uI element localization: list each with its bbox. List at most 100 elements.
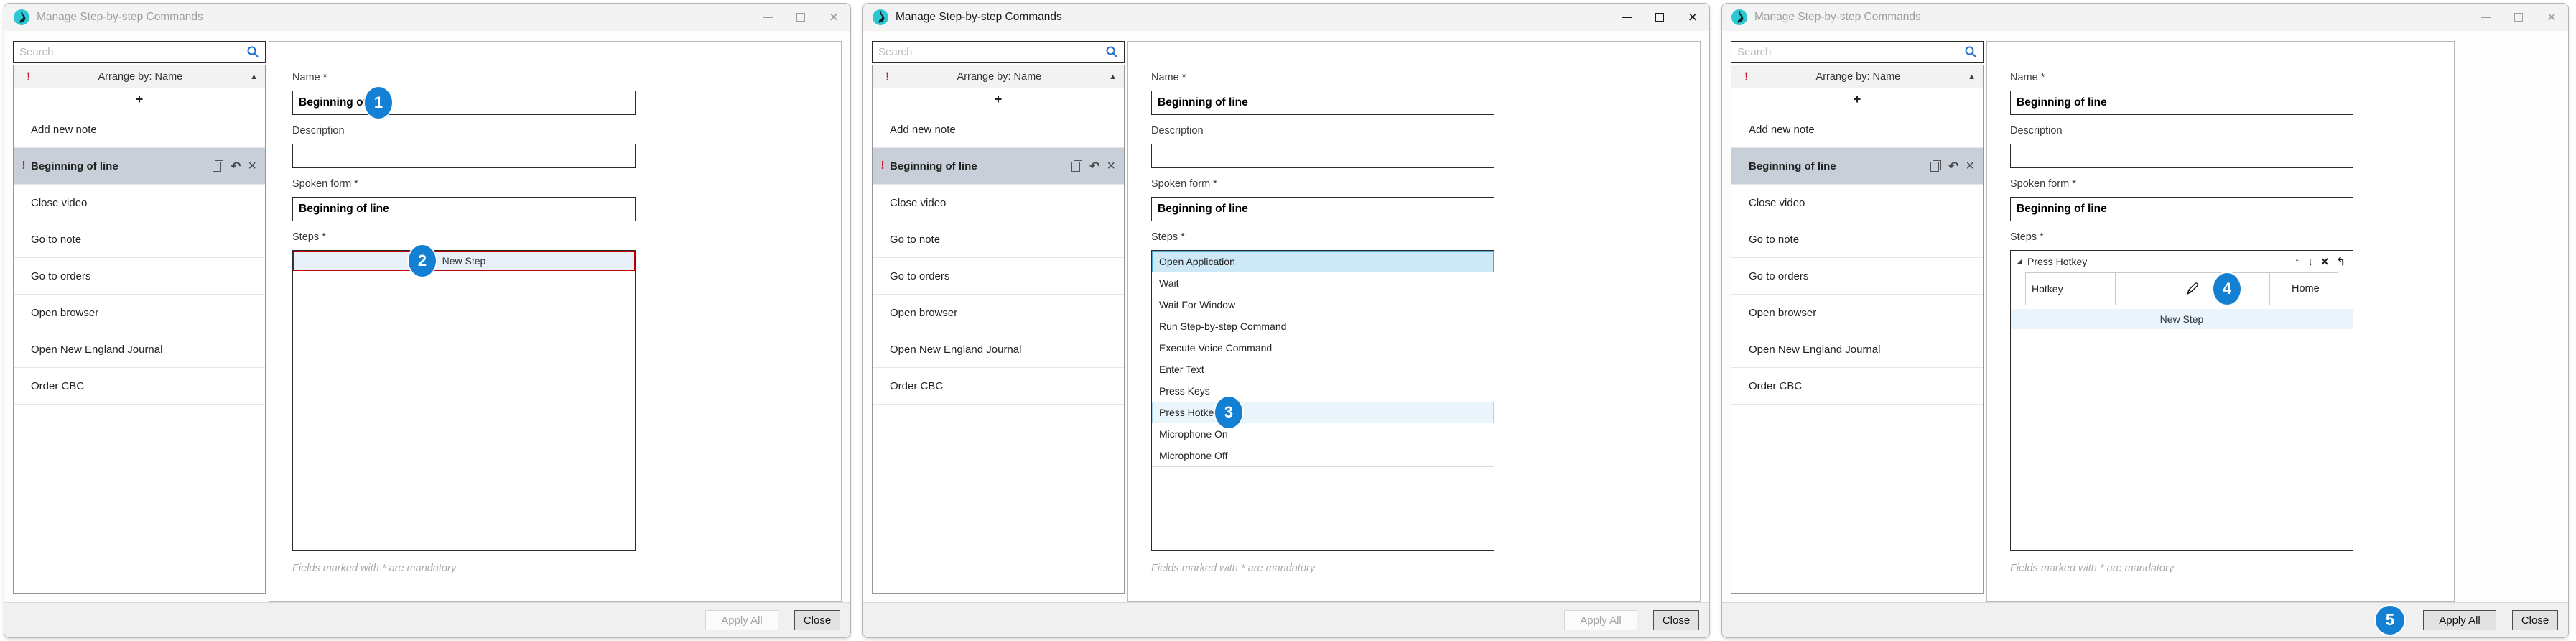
command-list-item[interactable]: Order CBC ↶ ×: [14, 368, 265, 405]
command-list-item[interactable]: Close video ↶ ×: [873, 185, 1124, 221]
command-list-item[interactable]: Go to note ↶ ×: [1731, 221, 1983, 258]
spoken-form-field[interactable]: Beginning of line: [292, 197, 636, 221]
command-list-item[interactable]: Open browser ↶ ×: [873, 295, 1124, 331]
close-button[interactable]: Close: [794, 610, 840, 630]
new-step-row[interactable]: New Step 2: [293, 251, 635, 271]
command-label: Beginning of line: [31, 160, 118, 172]
step-type-option[interactable]: Wait: [1152, 272, 1494, 294]
spoken-form-field[interactable]: Beginning of line: [1151, 197, 1494, 221]
command-list-item[interactable]: Add new note ↶ ×: [873, 111, 1124, 148]
minimize-button[interactable]: [2469, 4, 2502, 31]
search-box[interactable]: [872, 41, 1125, 63]
spoken-form-field[interactable]: Beginning of line: [2010, 197, 2353, 221]
maximize-button[interactable]: [784, 4, 817, 31]
command-list-item[interactable]: Go to orders ↶ ×: [873, 258, 1124, 295]
search-input[interactable]: [878, 46, 1105, 58]
window-title: Manage Step-by-step Commands: [896, 11, 1610, 24]
sort-ascending-icon: ▲: [250, 73, 258, 81]
copy-icon[interactable]: [1930, 160, 1941, 172]
command-list-item[interactable]: Open New England Journal ↶ ×: [14, 331, 265, 368]
titlebar[interactable]: Manage Step-by-step Commands ×: [4, 4, 850, 31]
step-type-option[interactable]: Microphone Off: [1152, 445, 1494, 466]
minimize-button[interactable]: [751, 4, 784, 31]
step-type-option[interactable]: Execute Voice Command: [1152, 337, 1494, 359]
expander-icon[interactable]: [2017, 259, 2022, 264]
command-list-item[interactable]: Beginning of line ↶ ×: [1731, 148, 1983, 185]
move-up-icon[interactable]: ↑: [2294, 257, 2300, 267]
command-list-item[interactable]: Add new note ↶ ×: [14, 111, 265, 148]
move-down-icon[interactable]: ↓: [2307, 257, 2313, 267]
command-list-item[interactable]: Order CBC ↶ ×: [1731, 368, 1983, 405]
delete-icon[interactable]: ×: [1966, 159, 1974, 173]
step-type-option[interactable]: Enter Text: [1152, 359, 1494, 380]
name-field[interactable]: Beginning of line 1: [292, 91, 636, 115]
titlebar[interactable]: Manage Step-by-step Commands ×: [863, 4, 1709, 31]
minimize-icon: [763, 17, 773, 18]
apply-all-button[interactable]: Apply All: [705, 610, 778, 630]
spoken-form-label: Spoken form *: [2010, 178, 2454, 190]
search-input[interactable]: [1737, 46, 1964, 58]
command-list-item[interactable]: Go to orders ↶ ×: [1731, 258, 1983, 295]
undo-icon[interactable]: ↶: [231, 160, 241, 172]
step-group-header[interactable]: Press Hotkey ↑ ↓ × ↰: [2011, 251, 2353, 272]
command-list-item[interactable]: Go to note ↶ ×: [14, 221, 265, 258]
command-list-item[interactable]: Close video ↶ ×: [1731, 185, 1983, 221]
command-list-item[interactable]: Open New England Journal ↶ ×: [873, 331, 1124, 368]
pencil-icon[interactable]: [2185, 281, 2200, 297]
search-box[interactable]: [13, 41, 266, 63]
undo-icon[interactable]: ↶: [1089, 160, 1099, 172]
arrange-by-header[interactable]: ! Arrange by: Name ▲: [873, 65, 1124, 88]
command-list-item[interactable]: ! Beginning of line ↶ ×: [873, 148, 1124, 185]
maximize-button[interactable]: [2502, 4, 2535, 31]
name-field[interactable]: Beginning of line: [1151, 91, 1494, 115]
delete-icon[interactable]: ×: [248, 159, 256, 173]
add-command-button[interactable]: +: [1731, 88, 1983, 111]
command-list-item[interactable]: Order CBC ↶ ×: [873, 368, 1124, 405]
arrange-by-header[interactable]: ! Arrange by: Name ▲: [1731, 65, 1983, 88]
command-list-item[interactable]: Close video ↶ ×: [14, 185, 265, 221]
command-list-item[interactable]: Add new note ↶ ×: [1731, 111, 1983, 148]
command-list-item[interactable]: Go to note ↶ ×: [873, 221, 1124, 258]
step-type-option[interactable]: Open Application: [1152, 251, 1494, 272]
search-input[interactable]: [19, 46, 246, 58]
command-list-item[interactable]: ! Beginning of line ↶ ×: [14, 148, 265, 185]
description-field[interactable]: [1151, 144, 1494, 168]
apply-all-button[interactable]: Apply All: [2423, 610, 2496, 630]
new-step-row[interactable]: New Step: [2011, 309, 2353, 329]
command-list-item[interactable]: Open browser ↶ ×: [14, 295, 265, 331]
step-type-option[interactable]: Press Hotkey 3: [1152, 402, 1494, 423]
close-window-button[interactable]: ×: [2535, 4, 2568, 31]
arrange-by-header[interactable]: ! Arrange by: Name ▲: [14, 65, 265, 88]
undo-step-icon[interactable]: ↰: [2336, 257, 2345, 267]
command-detail-panel: Name * Beginning of line Description Spo…: [1127, 41, 1701, 602]
description-field[interactable]: [2010, 144, 2353, 168]
delete-icon[interactable]: ×: [1107, 159, 1115, 173]
add-command-button[interactable]: +: [14, 88, 265, 111]
undo-icon[interactable]: ↶: [1948, 160, 1958, 172]
hotkey-edit-cell[interactable]: [2116, 273, 2270, 305]
close-button[interactable]: Close: [2512, 610, 2558, 630]
command-label: Order CBC: [1749, 380, 1802, 392]
command-list-item[interactable]: Go to orders ↶ ×: [14, 258, 265, 295]
step-type-option[interactable]: Run Step-by-step Command: [1152, 315, 1494, 337]
delete-step-icon[interactable]: ×: [2321, 255, 2329, 268]
search-box[interactable]: [1731, 41, 1984, 63]
close-window-button[interactable]: ×: [817, 4, 850, 31]
step-type-option[interactable]: Wait For Window: [1152, 294, 1494, 315]
command-list-item[interactable]: Open browser ↶ ×: [1731, 295, 1983, 331]
close-button[interactable]: Close: [1653, 610, 1699, 630]
name-label: Name *: [1151, 72, 1700, 83]
maximize-button[interactable]: [1643, 4, 1676, 31]
step-type-option[interactable]: Microphone On: [1152, 423, 1494, 445]
apply-all-button[interactable]: Apply All: [1564, 610, 1637, 630]
command-list-item[interactable]: Open New England Journal ↶ ×: [1731, 331, 1983, 368]
step-type-option[interactable]: Press Keys: [1152, 380, 1494, 402]
titlebar[interactable]: Manage Step-by-step Commands ×: [1722, 4, 2568, 31]
copy-icon[interactable]: [1071, 160, 1082, 172]
add-command-button[interactable]: +: [873, 88, 1124, 111]
minimize-button[interactable]: [1610, 4, 1643, 31]
description-field[interactable]: [292, 144, 636, 168]
copy-icon[interactable]: [213, 160, 223, 172]
name-field[interactable]: Beginning of line: [2010, 91, 2353, 115]
close-window-button[interactable]: ×: [1676, 4, 1709, 31]
